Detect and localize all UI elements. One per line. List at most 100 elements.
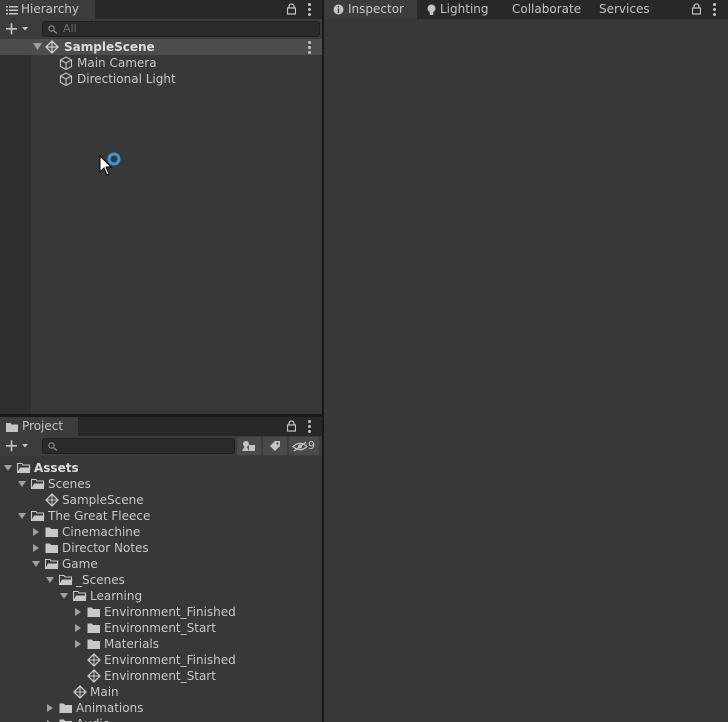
inspector-tab-bar: Inspector Lighting Collaborate Services [324,0,728,19]
vertical-divider[interactable] [322,0,324,722]
tag-icon [270,441,280,451]
expand-arrow-closed-icon[interactable] [74,608,83,617]
project-tree-item[interactable]: Director Notes [0,540,322,556]
project-tree-item[interactable]: Environment_Finished [0,652,322,668]
project-tree-item-label: _Scenes [76,573,125,587]
project-tree-item[interactable]: Materials [0,636,322,652]
folder-open-icon [31,510,45,522]
project-tree-item-label: Environment_Start [104,669,216,683]
hierarchy-item-label: Main Camera [77,56,157,70]
project-tree-item-label: Cinemachine [62,525,141,539]
unity-scene-icon [73,685,87,699]
gameobject-cube-icon [59,72,73,86]
tab-services[interactable]: Services [599,0,650,19]
hidden-packages-toggle[interactable]: 9 [289,437,319,455]
project-tree-item-label: Audio [76,716,110,722]
tab-project[interactable]: Project [0,417,78,436]
expand-arrow-open-icon[interactable] [60,592,69,601]
project-tree-item[interactable]: Animations [0,700,322,716]
filter-by-label-button[interactable] [263,437,287,455]
folder-icon [6,422,18,432]
inspector-menu-icon[interactable] [713,3,716,18]
project-tree-item[interactable]: Cinemachine [0,524,322,540]
project-tree-item-label: Materials [104,637,160,651]
tab-collaborate[interactable]: Collaborate [512,0,581,19]
expand-arrow-closed-icon[interactable] [46,704,55,713]
project-tree-item[interactable]: SampleScene [0,492,322,508]
lock-icon[interactable] [287,420,296,432]
project-tree-item[interactable]: Audio [0,716,322,722]
folder-open-icon [17,462,31,474]
project-tree-item-label: The Great Fleece [48,509,151,523]
project-tree-item[interactable]: Game [0,556,322,572]
project-tree-item-label: SampleScene [62,493,144,507]
project-tree-item[interactable]: Environment_Start [0,620,322,636]
hierarchy-search-placeholder: All [63,22,77,35]
tab-collaborate-label: Collaborate [512,2,582,16]
project-tree-item[interactable]: _Scenes [0,572,322,588]
project-tree-item[interactable]: Learning [0,588,322,604]
lock-icon[interactable] [692,3,701,15]
project-tab-bar: Project [0,417,322,436]
expand-arrow-closed-icon[interactable] [74,640,83,649]
project-tree-item-label: Game [62,557,98,571]
hidden-count: 9 [308,439,315,452]
expand-arrow-open-icon[interactable] [4,464,13,473]
expand-arrow-open-icon[interactable] [18,480,27,489]
lock-icon[interactable] [287,3,296,15]
tab-inspector[interactable]: Inspector [324,0,417,19]
project-tree-item[interactable]: Scenes [0,476,322,492]
project-tree-item-label: Director Notes [62,541,149,555]
project-tree-item[interactable]: Environment_Finished [0,604,322,620]
folder-icon [87,639,100,649]
project-tree-item[interactable]: Environment_Start [0,668,322,684]
project-tree-item-label: Environment_Start [104,621,216,635]
info-icon [333,4,344,15]
project-tree-item[interactable]: The Great Fleece [0,508,322,524]
project-tree: Assets Scenes SampleScene The Great Fleece C… [0,459,322,722]
hierarchy-toolbar: All [0,19,322,39]
tab-hierarchy-label: Hierarchy [21,2,80,16]
project-tree-item-label: Animations [76,701,144,715]
hierarchy-tab-bar: Hierarchy [0,0,322,19]
project-tree-item-label: Scenes [48,477,91,491]
tab-inspector-label: Inspector [348,2,404,16]
expand-arrow-closed-icon[interactable] [32,528,41,537]
unity-scene-icon [87,669,101,683]
expand-arrow-closed-icon[interactable] [32,544,41,553]
folder-icon [45,543,58,553]
tab-lighting-label: Lighting [440,2,489,16]
project-tree-item-label: Assets [34,461,79,475]
hierarchy-menu-icon[interactable] [308,3,311,18]
hierarchy-item[interactable]: Main Camera [0,55,322,71]
add-dropdown-icon[interactable] [5,22,31,36]
list-icon [6,5,18,14]
project-tree-item[interactable]: Assets [0,460,322,476]
expand-arrow-open-icon[interactable] [18,512,27,521]
expand-arrow-open-icon[interactable] [33,43,42,51]
tab-lighting[interactable]: Lighting [427,0,489,19]
project-tree-item[interactable]: Main [0,684,322,700]
expand-arrow-open-icon[interactable] [32,560,41,569]
lightbulb-icon [427,4,436,15]
filter-by-type-button[interactable] [237,437,261,455]
unity-scene-icon [87,653,101,667]
project-search-field[interactable] [42,438,235,454]
scene-menu-icon[interactable] [308,41,311,56]
scene-name: SampleScene [64,40,155,54]
hierarchy-search-field[interactable]: All [42,21,320,37]
folder-icon [45,527,58,537]
tab-hierarchy[interactable]: Hierarchy [0,0,95,19]
project-menu-icon[interactable] [308,420,311,435]
expand-arrow-closed-icon[interactable] [74,624,83,633]
unity-scene-icon [45,493,59,507]
hierarchy-item[interactable]: Directional Light [0,71,322,87]
expand-arrow-open-icon[interactable] [46,576,55,585]
add-dropdown-icon[interactable] [5,439,31,453]
gameobject-cube-icon [59,56,73,70]
hidden-eye-icon [292,441,308,452]
tab-project-label: Project [22,419,64,433]
folder-open-icon [73,590,87,602]
scene-row[interactable]: SampleScene [0,39,322,55]
folder-icon [87,623,100,633]
